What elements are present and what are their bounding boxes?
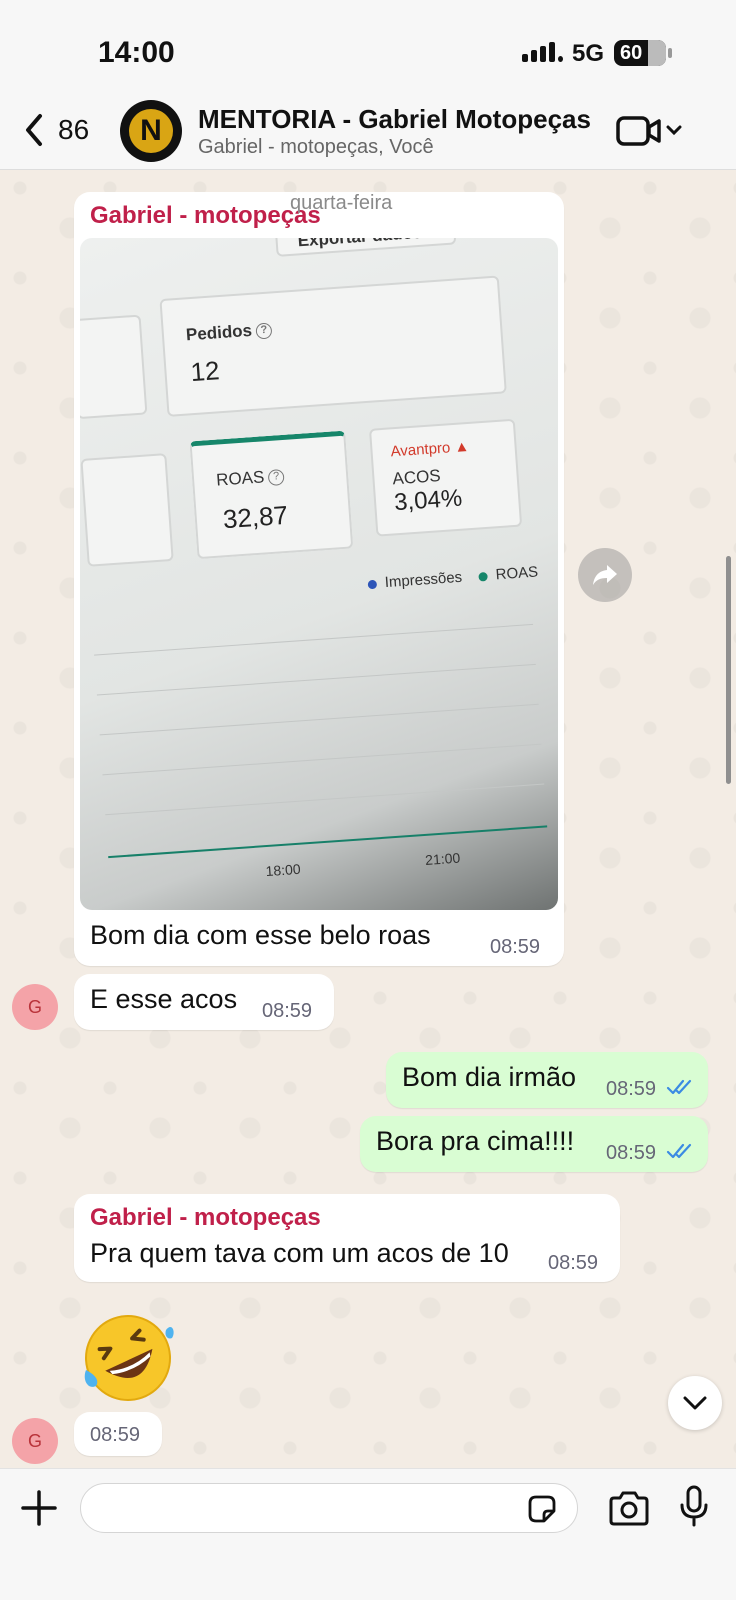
message-time: 08:59 — [606, 1142, 657, 1164]
scrollbar[interactable] — [726, 556, 731, 784]
photo-card-left — [80, 314, 148, 420]
message-composer — [0, 1468, 736, 1600]
photo-card-roas: ROAS? 32,87 — [189, 430, 354, 560]
message-input[interactable] — [80, 1483, 578, 1533]
photo-legend: Impressões ROAS — [367, 563, 539, 592]
status-bar: 14:00 5G 60 — [0, 0, 736, 100]
shared-photo[interactable]: Exportar dados Pedidos? 12 ROAS? 32,87 A… — [80, 238, 558, 910]
photo-tick-2100: 21:00 — [424, 849, 461, 869]
sender-avatar[interactable]: G — [12, 1418, 58, 1464]
message-text: Bora pra cima!!!! — [376, 1126, 575, 1156]
message-text: Bom dia irmão — [402, 1062, 577, 1092]
read-ticks-icon — [666, 1079, 692, 1095]
camera-icon[interactable] — [608, 1491, 650, 1527]
photo-chart-axis — [108, 825, 548, 859]
date-separator: quarta-feira — [290, 192, 393, 214]
photo-card-pedidos: Pedidos? 12 — [159, 275, 507, 417]
read-ticks-icon — [666, 1143, 692, 1159]
chat-header: 86 N MENTORIA - Gabriel Motopeças Gabrie… — [0, 94, 736, 170]
message-time: 08:59 — [490, 936, 541, 958]
message-time: 08:59 — [262, 1000, 313, 1022]
microphone-icon[interactable] — [680, 1485, 708, 1527]
forward-icon — [593, 565, 617, 585]
network-type: 5G — [572, 40, 605, 67]
battery-icon: 60 — [614, 40, 672, 66]
plus-icon[interactable] — [20, 1489, 58, 1527]
message-text: E esse acos — [90, 984, 238, 1014]
scroll-to-bottom-button[interactable] — [668, 1376, 722, 1430]
message-time: 08:59 — [606, 1078, 657, 1100]
avatar-letter: N — [129, 109, 173, 153]
message-sender: Gabriel - motopeças — [90, 202, 321, 229]
message-time: 08:59 — [548, 1252, 599, 1274]
message-time: 08:59 — [90, 1424, 141, 1446]
photo-card-acos: Avantpro ▲ ACOS 3,04% — [368, 418, 523, 537]
photo-card-left2 — [80, 453, 174, 567]
signal-icon — [522, 42, 563, 62]
sticker-icon[interactable] — [526, 1493, 558, 1525]
message-text: Pra quem tava com um acos de 10 — [90, 1238, 509, 1268]
status-time: 14:00 — [98, 36, 175, 69]
group-avatar[interactable]: N — [120, 100, 182, 162]
photo-export-button: Exportar dados — [273, 238, 457, 257]
message-text: Bom dia com esse belo roas — [90, 920, 431, 950]
chat-title[interactable]: MENTORIA - Gabriel Motopeças — [198, 104, 591, 135]
sender-avatar[interactable]: G — [12, 984, 58, 1030]
unread-count[interactable]: 86 — [58, 114, 89, 146]
photo-tick-1800: 18:00 — [265, 860, 302, 880]
back-icon[interactable] — [20, 110, 48, 150]
forward-button[interactable] — [578, 548, 632, 602]
chat-participants[interactable]: Gabriel - motopeças, Você — [198, 136, 434, 159]
video-call-icon[interactable] — [616, 114, 682, 148]
message-sender: Gabriel - motopeças — [90, 1204, 321, 1231]
chevron-down-icon — [683, 1396, 707, 1410]
rolling-on-floor-laughing-emoji-icon[interactable] — [80, 1310, 176, 1406]
